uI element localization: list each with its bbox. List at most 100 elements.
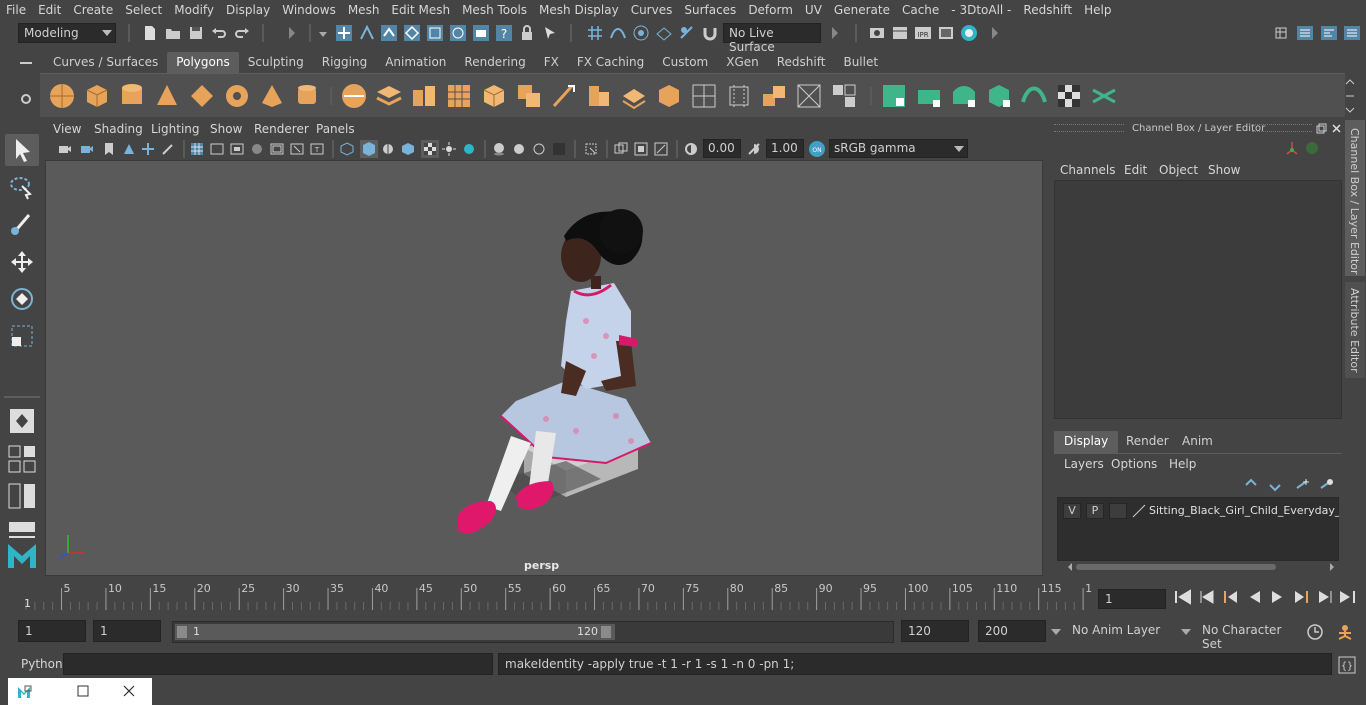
- animation-preferences-icon[interactable]: [1335, 623, 1355, 641]
- save-scene-icon[interactable]: [187, 24, 205, 42]
- bevel-icon[interactable]: [445, 82, 473, 110]
- scroll-right-icon[interactable]: [1328, 562, 1336, 572]
- snap-to-view-plane-icon[interactable]: [655, 24, 673, 42]
- snap-to-curve-icon[interactable]: [609, 24, 627, 42]
- manipulator-icon[interactable]: [1284, 140, 1300, 156]
- sew-uv-icon[interactable]: [830, 82, 858, 110]
- auto-key-icon[interactable]: [1306, 623, 1324, 641]
- redshift-visibility-icon[interactable]: [950, 82, 978, 110]
- range-slider-track[interactable]: 1 120: [172, 621, 894, 643]
- tab-redshift[interactable]: Redshift: [768, 52, 835, 73]
- current-frame-field[interactable]: 1: [1098, 589, 1166, 609]
- channel-box-panel[interactable]: [1054, 180, 1342, 419]
- select-by-hierarchy-icon[interactable]: [335, 24, 353, 42]
- menu-curves[interactable]: Curves: [625, 3, 679, 17]
- tab-xgen[interactable]: XGen: [717, 52, 768, 73]
- open-scene-icon[interactable]: [164, 24, 182, 42]
- workspace-icon[interactable]: [1272, 24, 1290, 42]
- range-start-handle[interactable]: [177, 626, 187, 638]
- snap-to-point-icon[interactable]: [632, 24, 650, 42]
- xray-icon[interactable]: [614, 142, 628, 156]
- shelf-scroll-icon[interactable]: [1345, 78, 1355, 114]
- play-forwards-icon[interactable]: [1268, 589, 1286, 605]
- channel-menu-object[interactable]: Object: [1159, 163, 1198, 177]
- color-management-icon[interactable]: ON: [808, 140, 826, 158]
- menu-create[interactable]: Create: [67, 3, 119, 17]
- menu-mesh-tools[interactable]: Mesh Tools: [456, 3, 533, 17]
- soft-select-button[interactable]: [5, 406, 39, 438]
- viewport-menu-shading[interactable]: Shading: [94, 122, 143, 136]
- step-forward-key-icon[interactable]: [1316, 589, 1334, 605]
- 2d-pan-zoom-icon[interactable]: [141, 142, 155, 156]
- layer-display-type-toggle[interactable]: [1109, 503, 1127, 519]
- magnet-icon[interactable]: [701, 24, 719, 42]
- poly-torus-icon[interactable]: [223, 82, 251, 110]
- use-all-lights-icon[interactable]: [442, 142, 456, 156]
- scroll-thumb[interactable]: [1076, 564, 1276, 570]
- lock-selection-icon[interactable]: [518, 24, 536, 42]
- highlight-selection-icon[interactable]: [541, 24, 559, 42]
- planar-mapping-icon[interactable]: [725, 82, 753, 110]
- poly-cone-icon[interactable]: [153, 82, 181, 110]
- layout-persp-outliner-button[interactable]: [5, 481, 39, 513]
- default-material-icon[interactable]: [381, 142, 395, 156]
- hypershade-icon[interactable]: [960, 24, 978, 42]
- redshift-mesh-params-icon[interactable]: [880, 82, 908, 110]
- field-chart-icon[interactable]: [270, 142, 284, 156]
- poly-plane-icon[interactable]: [188, 82, 216, 110]
- scale-tool-button[interactable]: [5, 320, 39, 352]
- smooth-icon[interactable]: [655, 82, 683, 110]
- wireframe-icon[interactable]: [340, 142, 354, 156]
- new-scene-icon[interactable]: [141, 24, 159, 42]
- viewport-menu-show[interactable]: Show: [210, 122, 242, 136]
- menu-surfaces[interactable]: Surfaces: [678, 3, 742, 17]
- redshift-matte-icon[interactable]: [985, 82, 1013, 110]
- separate-icon[interactable]: [375, 82, 403, 110]
- menu-redshift[interactable]: Redshift: [1017, 3, 1078, 17]
- range-slider-bar[interactable]: 1 120: [175, 624, 615, 640]
- append-polygon-icon[interactable]: [515, 82, 543, 110]
- tab-display-layers[interactable]: Display: [1054, 431, 1119, 453]
- grid-icon[interactable]: [190, 142, 204, 156]
- rotate-tool-button[interactable]: [5, 283, 39, 315]
- menu-mesh[interactable]: Mesh: [342, 3, 386, 17]
- character-set-dropdown[interactable]: No Character Set: [1196, 620, 1298, 651]
- ipr-render-icon[interactable]: IPR: [914, 24, 932, 42]
- animation-start-field[interactable]: 1: [18, 620, 86, 642]
- command-input[interactable]: [63, 653, 493, 675]
- isolate-select-icon[interactable]: [584, 142, 598, 156]
- menu-modify[interactable]: Modify: [168, 3, 220, 17]
- grease-pencil-icon[interactable]: [161, 142, 175, 156]
- selection-mask-dropdown-icon[interactable]: [316, 24, 330, 42]
- layer-visibility-toggle[interactable]: V: [1063, 503, 1081, 519]
- viewport-menu-renderer[interactable]: Renderer: [254, 122, 309, 136]
- perspective-viewport[interactable]: persp: [45, 160, 1043, 576]
- select-camera-icon[interactable]: [58, 142, 72, 156]
- exposure-icon[interactable]: [684, 142, 698, 156]
- select-by-component-icon[interactable]: [380, 24, 398, 42]
- select-uv-icon[interactable]: [472, 24, 490, 42]
- motion-blur-icon[interactable]: [512, 142, 526, 156]
- layer-playback-toggle[interactable]: P: [1086, 503, 1104, 519]
- gate-mask-icon[interactable]: [250, 142, 264, 156]
- maya-app-icon[interactable]: [16, 684, 32, 700]
- safe-action-icon[interactable]: [290, 142, 304, 156]
- menu-windows[interactable]: Windows: [276, 3, 342, 17]
- layer-row[interactable]: V P Sitting_Black_Girl_Child_Everyday_St…: [1058, 498, 1340, 524]
- xray-joints-icon[interactable]: [654, 142, 668, 156]
- move-layer-down-icon[interactable]: [1268, 478, 1284, 492]
- new-empty-layer-icon[interactable]: [1294, 478, 1310, 492]
- tab-custom[interactable]: Custom: [653, 52, 717, 73]
- cut-uv-icon[interactable]: [795, 82, 823, 110]
- bookmark-icon[interactable]: [102, 142, 116, 156]
- menu-generate[interactable]: Generate: [828, 3, 896, 17]
- combine-icon[interactable]: [340, 82, 368, 110]
- screen-space-ao-icon[interactable]: [492, 142, 506, 156]
- select-face-icon[interactable]: [449, 24, 467, 42]
- automatic-mapping-icon[interactable]: [760, 82, 788, 110]
- select-tool-button[interactable]: [5, 134, 39, 166]
- mode-selector[interactable]: Modeling: [18, 23, 116, 43]
- textured-icon[interactable]: [421, 140, 439, 158]
- layer-name[interactable]: Sitting_Black_Girl_Child_Everyday_Sty: [1149, 504, 1339, 517]
- paint-select-tool-button[interactable]: [5, 209, 39, 241]
